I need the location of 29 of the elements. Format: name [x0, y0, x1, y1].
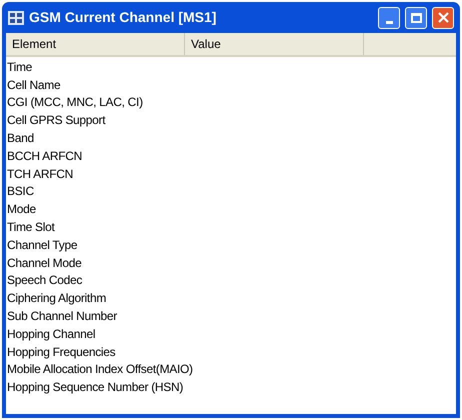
table-cell: BCCH ARFCN [7, 150, 82, 162]
maximize-button[interactable] [405, 6, 427, 28]
table-cell: Mode [7, 203, 36, 216]
minimize-icon [386, 20, 392, 24]
table-cell: BSIC [7, 185, 34, 198]
close-icon [438, 12, 448, 23]
column-header[interactable]: Element [6, 33, 185, 55]
table-cell: Channel Mode [7, 256, 82, 269]
table-cell: Mobile Allocation Index Offset(MAIO) [7, 363, 193, 376]
table-cell: Ciphering Algorithm [7, 292, 106, 304]
table-cell: Hopping Channel [7, 328, 96, 340]
window-title: GSM Current Channel [MS1] [29, 8, 216, 27]
close-button[interactable] [432, 6, 454, 28]
table-cell: Band [7, 132, 34, 144]
table-cell: Channel Type [7, 238, 78, 251]
table-cell: Time Slot [7, 221, 55, 234]
table-cell: Hopping Frequencies [7, 346, 116, 358]
table-cell: Speech Codec [7, 274, 82, 286]
minimize-button[interactable] [378, 6, 400, 28]
table-cell: Hopping Sequence Number (HSN) [7, 381, 184, 394]
maximize-icon [410, 12, 422, 22]
column-header[interactable]: Value [185, 33, 364, 55]
grid-icon [8, 10, 24, 24]
table-cell: Sub Channel Number [7, 310, 118, 322]
table-cell: Cell GPRS Support [7, 114, 106, 126]
table-cell: Time [7, 60, 32, 73]
table-cell: Cell Name [7, 78, 60, 91]
table-cell: TCH ARFCN [7, 168, 73, 180]
table-cell: CGI (MCC, MNC, LAC, CI) [7, 96, 143, 108]
